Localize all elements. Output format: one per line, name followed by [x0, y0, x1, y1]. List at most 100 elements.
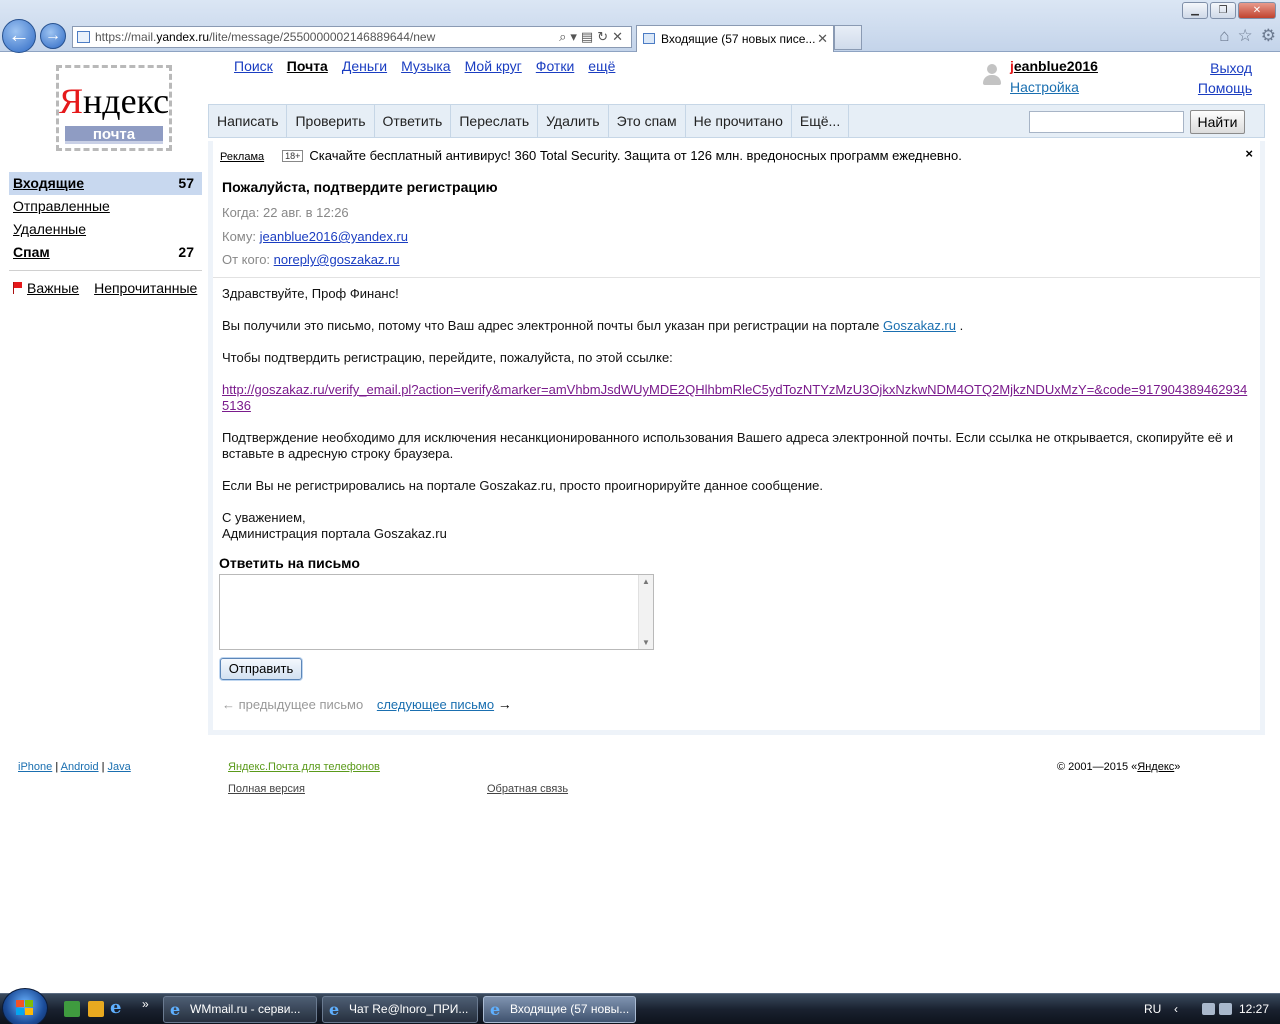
reply-button[interactable]: Ответить [375, 105, 452, 137]
taskbar-item-chat[interactable]: e Чат Re@lnoro_ПРИ... [322, 996, 478, 1023]
service-more[interactable]: ещё [588, 58, 615, 74]
close-window-button[interactable]: ✕ [1238, 2, 1276, 19]
ad-close-icon[interactable]: × [1245, 146, 1253, 161]
next-message-link[interactable]: следующее письмо [377, 697, 494, 712]
mail-toolbar: Написать Проверить Ответить Переслать Уд… [208, 104, 1265, 138]
verify-link[interactable]: http://goszakaz.ru/verify_email.pl?actio… [222, 382, 1247, 413]
service-moikrug[interactable]: Мой круг [465, 58, 522, 74]
service-search[interactable]: Поиск [234, 58, 273, 74]
feedback-link[interactable]: Обратная связь [487, 783, 568, 795]
service-music[interactable]: Музыка [401, 58, 451, 74]
minimize-button[interactable]: ▁ [1182, 2, 1208, 19]
delete-button[interactable]: Удалить [538, 105, 609, 137]
url-prefix: https://mail. [95, 30, 157, 44]
label-important[interactable]: Важные [27, 280, 79, 296]
reply-scrollbar[interactable]: ▲ ▼ [638, 575, 653, 649]
browser-chrome: ▁ ❐ ✕ ← → https://mail.yandex.ru/lite/me… [0, 0, 1280, 53]
address-bar[interactable]: https://mail.yandex.ru/lite/message/2550… [72, 26, 632, 48]
ad-text[interactable]: Скачайте бесплатный антивирус! 360 Total… [309, 148, 961, 163]
from-address-link[interactable]: noreply@goszakaz.ru [274, 252, 400, 267]
compat-icon[interactable]: ▤ [581, 29, 597, 44]
taskbar-item-inbox[interactable]: e Входящие (57 новы... [483, 996, 636, 1023]
user-name[interactable]: jeanblue2016 [1010, 58, 1098, 74]
goszakaz-link[interactable]: Goszakaz.ru [883, 318, 956, 333]
full-version-link[interactable]: Полная версия [228, 783, 305, 795]
mobile-mail-link[interactable]: Яндекс.Почта для телефонов [228, 761, 380, 773]
service-photos[interactable]: Фотки [536, 58, 574, 74]
folder-label: Спам [13, 244, 50, 260]
search-icon[interactable]: ⌕ [559, 29, 570, 44]
dropdown-icon[interactable]: ▾ [570, 29, 581, 44]
address-tools: ⌕▾▤↻✕ [559, 27, 627, 47]
tab-close-icon[interactable]: ✕ [817, 26, 828, 52]
age-badge: 18+ [282, 150, 304, 162]
restore-button[interactable]: ❐ [1210, 2, 1236, 19]
mark-unread-button[interactable]: Не прочитано [686, 105, 792, 137]
more-button[interactable]: Ещё... [792, 105, 850, 137]
tray-expand-icon[interactable]: ‹ [1174, 994, 1178, 1024]
account-links: Выход Помощь [1198, 58, 1252, 98]
stop-icon[interactable]: ✕ [612, 29, 627, 44]
service-mail[interactable]: Почта [287, 58, 328, 74]
new-tab-button[interactable] [834, 25, 862, 50]
forward-mail-button[interactable]: Переслать [451, 105, 539, 137]
volume-icon[interactable] [1219, 1003, 1232, 1015]
forward-button[interactable]: → [40, 23, 66, 49]
spam-button[interactable]: Это спам [609, 105, 686, 137]
back-button[interactable]: ← [2, 19, 36, 53]
refresh-icon[interactable]: ↻ [597, 29, 612, 44]
compose-button[interactable]: Написать [209, 105, 288, 137]
folder-label: Удаленные [13, 221, 87, 237]
network-icon[interactable] [1202, 1003, 1215, 1015]
folder-label: Отправленные [13, 198, 110, 214]
avatar [982, 64, 1002, 86]
folder-count: 27 [178, 244, 194, 260]
check-button[interactable]: Проверить [287, 105, 375, 137]
window-controls: ▁ ❐ ✕ [1182, 2, 1276, 19]
body-sign-2: Администрация портала Goszakaz.ru [222, 526, 447, 541]
folder-inbox[interactable]: Входящие 57 [9, 172, 202, 195]
quicklaunch-ie-icon[interactable]: e [110, 999, 126, 1017]
start-button[interactable] [2, 988, 48, 1024]
scroll-down-icon[interactable]: ▼ [639, 638, 653, 647]
ad-label[interactable]: Реклама [220, 151, 264, 163]
yandex-link[interactable]: Яндекс [1137, 761, 1174, 773]
reply-textarea[interactable]: ▲ ▼ [219, 574, 654, 650]
scroll-up-icon[interactable]: ▲ [639, 577, 653, 586]
help-link[interactable]: Помощь [1198, 78, 1252, 98]
iphone-link[interactable]: iPhone [18, 761, 52, 773]
exit-link[interactable]: Выход [1198, 58, 1252, 78]
gear-icon[interactable]: ⚙ [1261, 26, 1276, 46]
quicklaunch-more-icon[interactable]: » [142, 997, 149, 1011]
service-money[interactable]: Деньги [342, 58, 387, 74]
copy-suffix: » [1174, 761, 1181, 773]
quicklaunch-app-icon[interactable] [64, 1001, 80, 1017]
page-icon [77, 31, 90, 43]
body-verify: http://goszakaz.ru/verify_email.pl?actio… [222, 382, 1252, 414]
from-label: От кого: [222, 252, 271, 267]
folder-sent[interactable]: Отправленные [9, 195, 202, 218]
message-pane: Реклама 18+ Скачайте бесплатный антивирус!… [208, 141, 1265, 735]
folder-spam[interactable]: Спам 27 [9, 241, 202, 264]
java-link[interactable]: Java [108, 761, 131, 773]
send-button[interactable]: Отправить [220, 658, 302, 680]
yandex-mail-logo[interactable]: Яндекс почта [56, 65, 172, 151]
favorites-star-icon[interactable]: ☆ [1238, 26, 1253, 46]
search-button[interactable]: Найти [1190, 110, 1245, 134]
label-unread[interactable]: Непрочитанные [94, 280, 197, 296]
clock[interactable]: 12:27 [1239, 994, 1269, 1024]
quicklaunch-folder-icon[interactable] [88, 1001, 104, 1017]
to-address-link[interactable]: jeanblue2016@yandex.ru [260, 229, 408, 244]
language-indicator[interactable]: RU [1144, 994, 1161, 1024]
android-link[interactable]: Android [61, 761, 99, 773]
settings-link[interactable]: Настройка [1010, 79, 1079, 95]
tab-inbox[interactable]: Входящие (57 новых писе... ✕ [636, 25, 834, 52]
folder-deleted[interactable]: Удаленные [9, 218, 202, 241]
search-input[interactable] [1029, 111, 1184, 133]
taskbar-item-wmmail[interactable]: e WMmail.ru - серви... [163, 996, 317, 1023]
mail-page: Яндекс почта Поиск Почта Деньги Музыка М… [0, 53, 1280, 993]
mail-tab-icon [643, 33, 655, 44]
tab-title: Входящие (57 новых писе... [661, 32, 816, 46]
home-icon[interactable]: ⌂ [1219, 26, 1229, 46]
task-label: Чат Re@lnoro_ПРИ... [349, 1002, 469, 1016]
